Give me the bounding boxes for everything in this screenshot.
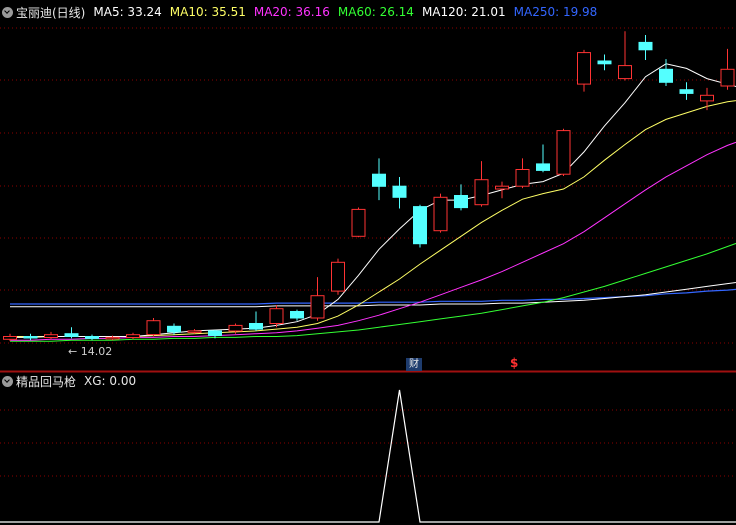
candle-body xyxy=(105,336,120,340)
candle-body xyxy=(126,334,140,339)
candle-body xyxy=(495,185,509,190)
candle-body xyxy=(618,65,632,80)
candle-body xyxy=(23,336,38,339)
candle-body xyxy=(474,179,489,206)
candle-body xyxy=(577,52,591,85)
indicator-name: 精品回马枪 xyxy=(16,374,77,389)
candle-body xyxy=(536,163,550,171)
candle-body xyxy=(372,173,386,187)
stock-name: 宝丽迪(日线) xyxy=(16,5,86,20)
chart-canvas[interactable] xyxy=(0,0,736,525)
candle-body xyxy=(290,311,304,319)
candle-body xyxy=(146,320,161,336)
candle-body xyxy=(454,195,468,209)
candle-body xyxy=(392,185,407,198)
dividend-marker[interactable]: $ xyxy=(510,356,518,370)
candle-body xyxy=(556,130,571,175)
ma-legend-item: MA5: 33.24 xyxy=(93,5,162,19)
finance-badge[interactable]: 财 xyxy=(406,358,422,371)
ma-legend-item: MA60: 26.14 xyxy=(337,5,414,19)
chevron-down-icon[interactable] xyxy=(2,6,13,18)
indicator-value: XG: 0.00 xyxy=(84,374,137,388)
candle-body xyxy=(720,68,735,87)
ma-legend-item: MA20: 36.16 xyxy=(253,5,330,19)
candle-body xyxy=(679,89,694,94)
candle-body xyxy=(167,325,181,333)
candle-body xyxy=(85,336,99,339)
low-price-label: ← 14.02 xyxy=(68,345,113,358)
candle-body xyxy=(228,324,243,332)
ma-legend-list: MA5: 33.24 MA10: 35.51 MA20: 36.16 MA60: 26… xyxy=(93,5,605,19)
candle-body xyxy=(64,333,79,338)
stock-chart-window: 宝丽迪(日线) MA5: 33.24 MA10: 35.51 MA20: 36.16… xyxy=(0,0,736,525)
candle-body xyxy=(700,94,714,102)
candle-body xyxy=(3,336,17,340)
ma-legend-item: MA120: 21.01 xyxy=(421,5,506,19)
sub-panel-legend: 精品回马枪 XG: 0.00 xyxy=(0,373,136,389)
main-legend: 宝丽迪(日线) MA5: 33.24 MA10: 35.51 MA20: 36.16… xyxy=(0,3,605,21)
candle-body xyxy=(433,196,448,232)
ma-legend-item: MA10: 35.51 xyxy=(169,5,246,19)
candle-body xyxy=(659,68,673,83)
ma-legend-item: MA250: 19.98 xyxy=(513,5,598,19)
candle-body xyxy=(597,60,612,65)
chevron-down-icon[interactable] xyxy=(2,375,13,387)
candle-body xyxy=(310,295,325,319)
candle-body xyxy=(515,169,530,187)
candle-body xyxy=(351,208,366,237)
candle-body xyxy=(638,41,653,51)
ma60-line xyxy=(10,242,736,342)
ma20-line xyxy=(10,141,736,341)
candle-body xyxy=(208,330,222,336)
candle-body xyxy=(331,261,345,292)
candle-body xyxy=(249,323,263,330)
candle-body xyxy=(44,334,58,339)
candle-body xyxy=(269,308,284,325)
candle-body xyxy=(413,206,427,245)
candle-body xyxy=(187,330,202,333)
